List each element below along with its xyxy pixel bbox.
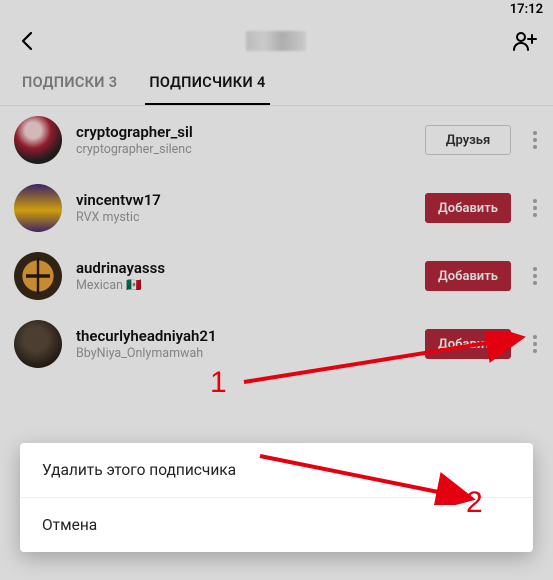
user-text: vincentvw17 RVX mystic [76, 191, 411, 225]
tab-label: ПОДПИСЧИКИ [149, 74, 253, 91]
more-icon[interactable] [531, 125, 539, 155]
cancel-option[interactable]: Отмена [20, 497, 533, 552]
list-item[interactable]: vincentvw17 RVX mystic Добавить [0, 174, 553, 242]
annotation-arrow-2 [250, 450, 480, 505]
header [0, 18, 553, 64]
annotation-label-1: 1 [210, 366, 227, 400]
avatar[interactable] [14, 252, 62, 300]
tab-count: 3 [109, 74, 118, 91]
page-title [246, 31, 306, 51]
username: audrinayasss [76, 259, 411, 277]
user-text: cryptographer_sil cryptographer_silenc [76, 123, 411, 157]
add-friend-icon[interactable] [511, 29, 537, 53]
more-icon[interactable] [531, 329, 539, 359]
avatar[interactable] [14, 320, 62, 368]
friends-button[interactable]: Друзья [425, 125, 511, 155]
avatar[interactable] [14, 116, 62, 164]
more-icon[interactable] [531, 193, 539, 223]
tab-label: ПОДПИСКИ [22, 74, 105, 91]
add-button[interactable]: Добавить [425, 261, 511, 291]
tab-count: 4 [257, 74, 266, 91]
user-bio: Mexican 🇲🇽 [76, 278, 411, 293]
user-text: audrinayasss Mexican 🇲🇽 [76, 259, 411, 293]
status-time: 17:12 [510, 2, 543, 17]
annotation-arrow-1 [240, 332, 530, 392]
list-item[interactable]: audrinayasss Mexican 🇲🇽 Добавить [0, 242, 553, 310]
username: cryptographer_sil [76, 123, 411, 141]
more-icon[interactable] [531, 261, 539, 291]
list-item[interactable]: cryptographer_sil cryptographer_silenc Д… [0, 106, 553, 174]
annotation-label-2: 2 [466, 486, 483, 520]
back-icon[interactable] [16, 29, 40, 53]
user-bio: RVX mystic [76, 210, 411, 225]
add-button[interactable]: Добавить [425, 193, 511, 223]
status-bar: 17:12 [0, 0, 553, 18]
tabs: ПОДПИСКИ 3 ПОДПИСЧИКИ 4 [0, 64, 553, 106]
tab-followers[interactable]: ПОДПИСЧИКИ 4 [145, 64, 269, 105]
avatar[interactable] [14, 184, 62, 232]
username: vincentvw17 [76, 191, 411, 209]
user-bio: cryptographer_silenc [76, 142, 411, 157]
tab-subscriptions[interactable]: ПОДПИСКИ 3 [18, 64, 121, 105]
